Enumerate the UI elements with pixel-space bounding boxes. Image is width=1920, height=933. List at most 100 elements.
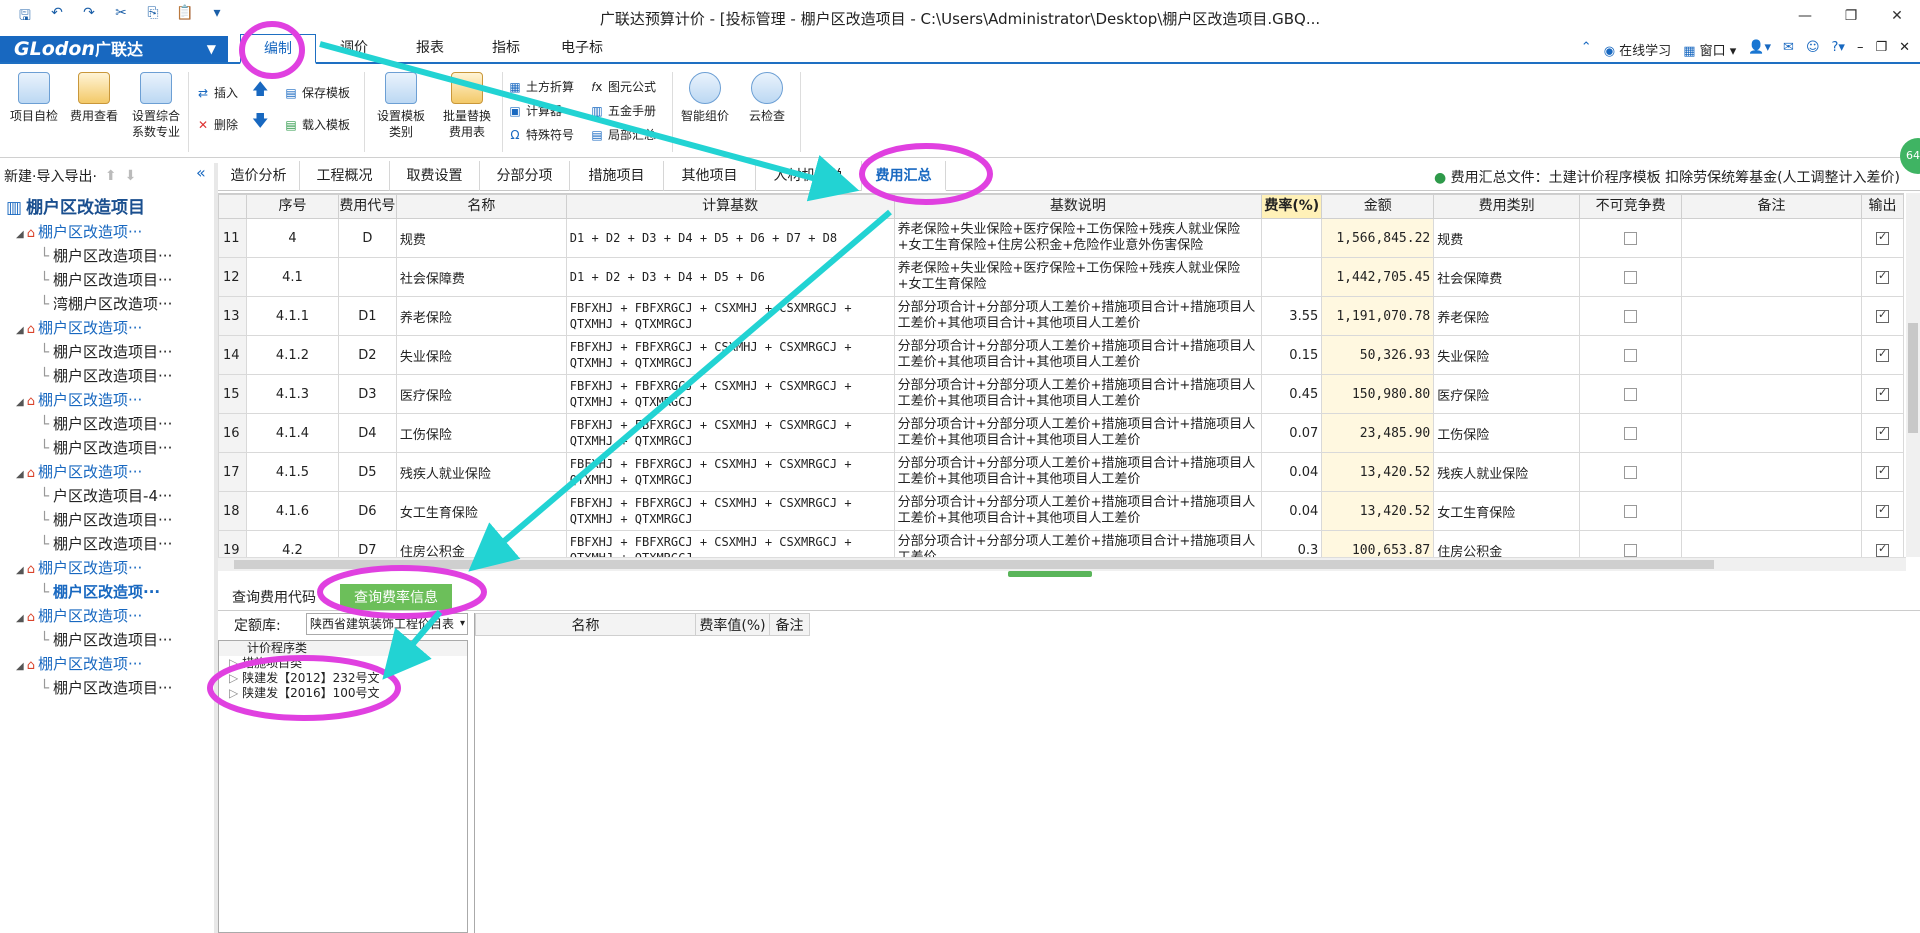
tree-unit-project[interactable]: ◢ ⌂ 棚户区改造项··· [0, 604, 214, 628]
tree-item[interactable]: 计价程序类 [219, 641, 467, 656]
cell-name[interactable]: 医疗保险 [395, 374, 567, 414]
expand-icon[interactable]: ◢ [16, 397, 24, 408]
col-name[interactable]: 名称 [395, 194, 567, 219]
cell-desc[interactable]: 养老保险+失业保险+医疗保险+工伤保险+残疾人就业保险+女工生育保险 [893, 257, 1263, 297]
cell-remark[interactable] [1681, 374, 1862, 414]
cell-name[interactable]: 规费 [395, 218, 567, 258]
cell-name[interactable]: 住房公积金 [395, 530, 567, 557]
tab-query-fee-code[interactable]: 查询费用代码 [232, 587, 316, 607]
table-row[interactable]: 15 4.1.3 D3 医疗保险 FBFXHJ + FBFXRGCJ + CSXMHJ … [218, 374, 1904, 414]
mdi-restore-icon[interactable]: ❐ [1875, 40, 1887, 59]
cell-code[interactable]: D3 [337, 374, 397, 414]
grid-vertical-scrollbar[interactable] [1906, 193, 1920, 557]
cell-name[interactable]: 社会保障费 [395, 257, 567, 297]
cell-remark[interactable] [1681, 296, 1862, 336]
cell-remark[interactable] [1681, 413, 1862, 453]
cell-desc[interactable]: 分部分项合计+分部分项人工差价+措施项目合计+措施项目人工差价+其他项目合计+其… [893, 296, 1263, 336]
tab-query-fee-rate[interactable]: 查询费率信息 [340, 584, 452, 610]
expand-icon[interactable]: ◢ [16, 325, 24, 336]
tree-root[interactable]: ▥ 棚户区改造项目 [0, 196, 214, 220]
smart-price-button[interactable]: 智能组价 [676, 66, 734, 124]
tree-unit-project[interactable]: ◢ ⌂ 棚户区改造项··· [0, 556, 214, 580]
cell-base[interactable]: FBFXHJ + FBFXRGCJ + CSXMHJ + CSXMRGCJ + … [565, 335, 895, 375]
cell-seq[interactable]: 4.1.1 [245, 296, 339, 336]
tree-sub-project[interactable]: └ 湾棚户区改造项··· [0, 292, 214, 316]
expand-icon[interactable]: ◢ [16, 469, 24, 480]
cell-name[interactable]: 工伤保险 [395, 413, 567, 453]
cell-desc[interactable]: 分部分项合计+分部分项人工差价+措施项目合计+措施项目人工差价+其他项目合计+其… [893, 335, 1263, 375]
tab-sub-items[interactable]: 分部分项 [480, 161, 570, 191]
cell-category[interactable]: 残疾人就业保险 [1433, 452, 1581, 492]
service-icon[interactable]: ☺ [1806, 40, 1820, 59]
col-remark[interactable]: 备注 [1681, 194, 1862, 219]
cell-noncompetitive[interactable] [1579, 413, 1683, 453]
earthwork-button[interactable]: ▦ 土方折算 [508, 78, 574, 95]
tree-unit-project[interactable]: ◢ ⌂ 棚户区改造项··· [0, 220, 214, 244]
cell-rate[interactable]: 0.45 [1261, 374, 1323, 414]
cell-category[interactable]: 工伤保险 [1433, 413, 1581, 453]
expand-icon[interactable]: ◢ [16, 565, 24, 576]
cell-rate[interactable]: 0.3 [1261, 530, 1323, 557]
noncompetitive-checkbox[interactable] [1624, 426, 1638, 440]
cell-rate[interactable]: 0.15 [1261, 335, 1323, 375]
cell-output[interactable] [1860, 491, 1904, 531]
set-rate-button[interactable]: 设置综合 系数专业 [126, 66, 186, 140]
cell-remark[interactable] [1681, 530, 1862, 557]
new-import-export-menu[interactable]: 新建·导入导出· [4, 166, 97, 186]
delete-button[interactable]: ✕ 删除 [196, 116, 238, 133]
cell-category[interactable]: 规费 [1433, 218, 1581, 258]
cell-name[interactable]: 失业保险 [395, 335, 567, 375]
cell-category[interactable]: 住房公积金 [1433, 530, 1581, 557]
col-base[interactable]: 计算基数 [565, 194, 895, 219]
cell-base[interactable]: FBFXHJ + FBFXRGCJ + CSXMHJ + CSXMRGCJ + … [565, 374, 895, 414]
cell-category[interactable]: 医疗保险 [1433, 374, 1581, 414]
bottom-panel-splitter[interactable] [1008, 571, 1092, 577]
more-icon[interactable]: ▾ [206, 5, 228, 29]
cell-code[interactable]: D4 [337, 413, 397, 453]
expand-icon[interactable]: ◢ [16, 613, 24, 624]
cell-desc[interactable]: 养老保险+失业保险+医疗保险+工伤保险+残疾人就业保险+女工生育保险+住房公积金… [893, 218, 1263, 258]
calculator-button[interactable]: ▣ 计算器 [508, 102, 562, 119]
cell-remark[interactable] [1681, 218, 1862, 258]
tree-unit-project[interactable]: ◢ ⌂ 棚户区改造项··· [0, 388, 214, 412]
menu-ebid[interactable]: 电子标 [544, 34, 620, 64]
col-output[interactable]: 输出 [1860, 194, 1904, 219]
online-learn-button[interactable]: ◉ 在线学习 [1604, 40, 1672, 59]
set-template-category-button[interactable]: 设置模板 类别 [370, 66, 432, 140]
special-symbol-button[interactable]: Ω 特殊符号 [508, 126, 574, 143]
tab-fee-summary[interactable]: 费用汇总 [862, 161, 946, 191]
cell-code[interactable]: D5 [337, 452, 397, 492]
cell-base[interactable]: FBFXHJ + FBFXRGCJ + CSXMHJ + CSXMRGCJ + … [565, 530, 895, 557]
output-checkbox[interactable] [1875, 425, 1889, 440]
cell-category[interactable]: 养老保险 [1433, 296, 1581, 336]
table-row[interactable]: 16 4.1.4 D4 工伤保险 FBFXHJ + FBFXRGCJ + CSXMHJ … [218, 413, 1904, 453]
cell-name[interactable]: 残疾人就业保险 [395, 452, 567, 492]
minimize-button[interactable]: — [1782, 0, 1828, 32]
cell-output[interactable] [1860, 452, 1904, 492]
fee-view-button[interactable]: 费用查看 [66, 66, 122, 124]
col-desc[interactable]: 基数说明 [893, 194, 1263, 219]
cell-rate[interactable] [1261, 218, 1323, 258]
cell-code[interactable]: D2 [337, 335, 397, 375]
table-row[interactable]: 19 4.2 D7 住房公积金 FBFXHJ + FBFXRGCJ + CSXMHJ +… [218, 530, 1904, 557]
cell-category[interactable]: 失业保险 [1433, 335, 1581, 375]
output-checkbox[interactable] [1875, 230, 1889, 245]
cell-output[interactable] [1860, 374, 1904, 414]
scroll-thumb[interactable] [1908, 323, 1918, 433]
cell-base[interactable]: D1 + D2 + D3 + D4 + D5 + D6 + D7 + D8 [565, 218, 895, 258]
cell-seq[interactable]: 4 [245, 218, 339, 258]
noncompetitive-checkbox[interactable] [1624, 309, 1638, 323]
cell-base[interactable]: FBFXHJ + FBFXRGCJ + CSXMHJ + CSXMRGCJ + … [565, 296, 895, 336]
cell-code[interactable]: D1 [337, 296, 397, 336]
paste-icon[interactable]: 📋 [174, 5, 196, 29]
quota-library-select[interactable]: 陕西省建筑装饰工程价目表 ▾ [306, 613, 468, 635]
tree-sub-project[interactable]: └ 棚户区改造项目··· [0, 340, 214, 364]
cell-seq[interactable]: 4.1 [245, 257, 339, 297]
expand-icon[interactable]: ▷ [229, 671, 238, 685]
cell-noncompetitive[interactable] [1579, 374, 1683, 414]
noncompetitive-checkbox[interactable] [1624, 348, 1638, 362]
cell-base[interactable]: FBFXHJ + FBFXRGCJ + CSXMHJ + CSXMRGCJ + … [565, 491, 895, 531]
tab-cost-analysis[interactable]: 造价分析 [218, 161, 300, 191]
tab-other-items[interactable]: 其他项目 [664, 161, 756, 191]
cell-seq[interactable]: 4.1.6 [245, 491, 339, 531]
